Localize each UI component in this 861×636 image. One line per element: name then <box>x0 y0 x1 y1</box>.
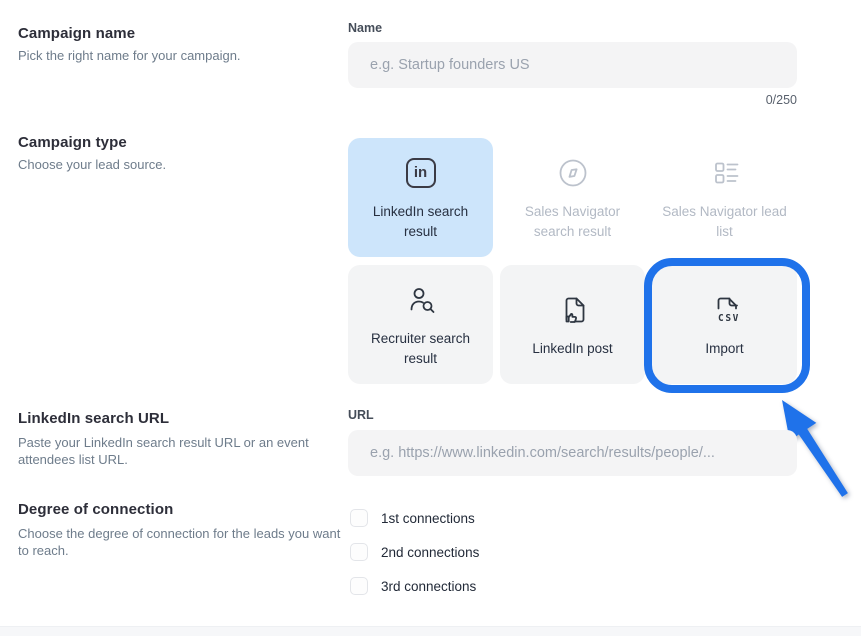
recruiter-search-icon <box>403 281 439 319</box>
linkedin-search-url-title: LinkedIn search URL <box>18 410 169 427</box>
checkbox-2nd-connections[interactable] <box>350 543 368 561</box>
linkedin-in-icon: in <box>406 154 436 192</box>
svg-text:CSV: CSV <box>718 313 740 324</box>
card-label: Sales Navigator search result <box>510 202 635 242</box>
lead-list-icon <box>707 154 743 192</box>
card-sales-navigator-lead-list[interactable]: Sales Navigator lead list <box>652 138 797 257</box>
connection-option-3rd: 3rd connections <box>350 577 476 595</box>
card-recruiter-search-result[interactable]: Recruiter search result <box>348 265 493 384</box>
name-field-label: Name <box>348 21 382 35</box>
compass-icon <box>555 154 591 192</box>
card-linkedin-search-result[interactable]: in LinkedIn search result <box>348 138 493 257</box>
linkedin-search-url-subtitle: Paste your LinkedIn search result URL or… <box>18 434 350 468</box>
card-sales-navigator-search-result[interactable]: Sales Navigator search result <box>500 138 645 257</box>
name-char-counter: 0/250 <box>348 93 797 107</box>
lead-source-card-grid: in LinkedIn search result Sales Navigato… <box>348 138 797 384</box>
card-linkedin-post[interactable]: LinkedIn post <box>500 265 645 384</box>
url-field-label: URL <box>348 408 374 422</box>
csv-file-icon: CSV <box>707 291 743 329</box>
connection-option-1st: 1st connections <box>350 509 475 527</box>
linkedin-post-icon <box>555 291 591 329</box>
card-label: Sales Navigator lead list <box>662 202 787 242</box>
card-import-csv[interactable]: CSV Import <box>652 265 797 384</box>
checkbox-3rd-connections[interactable] <box>350 577 368 595</box>
bottom-divider-strip <box>0 626 861 636</box>
card-label: LinkedIn post <box>532 339 612 359</box>
card-label: LinkedIn search result <box>358 202 483 242</box>
campaign-type-subtitle: Choose your lead source. <box>18 156 348 173</box>
degree-of-connection-title: Degree of connection <box>18 501 173 518</box>
degree-of-connection-subtitle: Choose the degree of connection for the … <box>18 525 350 559</box>
campaign-name-input[interactable] <box>348 42 797 88</box>
campaign-type-title: Campaign type <box>18 134 127 151</box>
campaign-name-title: Campaign name <box>18 25 135 42</box>
campaign-name-subtitle: Pick the right name for your campaign. <box>18 47 348 64</box>
checkbox-label: 2nd connections <box>381 545 479 560</box>
campaign-setup-page: { "accent": { "blue": "#1f72ea", "select… <box>0 0 861 636</box>
card-label: Recruiter search result <box>358 329 483 369</box>
card-label: Import <box>705 339 743 359</box>
connection-option-2nd: 2nd connections <box>350 543 479 561</box>
checkbox-label: 3rd connections <box>381 579 476 594</box>
checkbox-label: 1st connections <box>381 511 475 526</box>
linkedin-search-url-input[interactable] <box>348 430 797 476</box>
checkbox-1st-connections[interactable] <box>350 509 368 527</box>
